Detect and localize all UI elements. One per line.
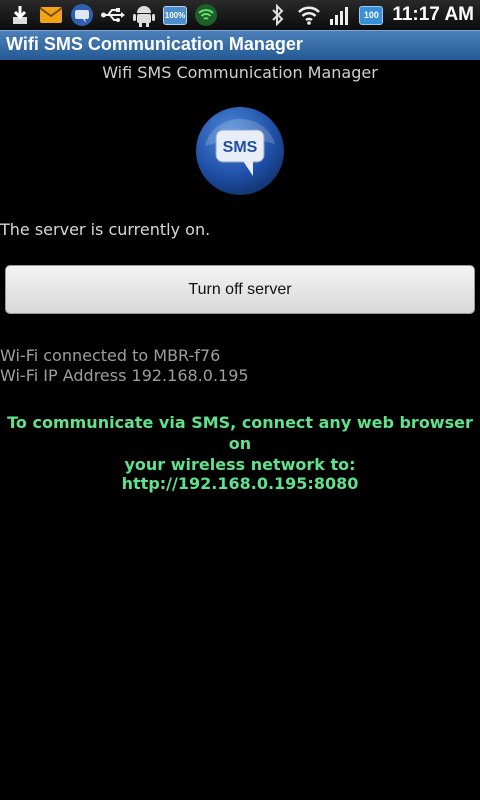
system-icons: 100 11:17 AM — [266, 0, 480, 30]
usb-icon — [101, 3, 125, 27]
app-title-bar: Wifi SMS Communication Manager — [0, 30, 480, 60]
battery-level: 100 — [359, 5, 384, 25]
wifi-icon — [297, 3, 321, 27]
battery-icon: 100 — [359, 3, 384, 27]
logo-text: SMS — [223, 139, 258, 156]
screen: 100% 100 11:17 AM Wifi SMS Communication… — [0, 0, 480, 800]
status-time: 11:17 AM — [392, 4, 474, 25]
sms-logo-icon: SMS — [195, 106, 285, 196]
instructions-line-2: your wireless network to: — [124, 455, 356, 474]
wifi-ip-text: Wi-Fi IP Address 192.168.0.195 — [0, 366, 249, 385]
bluetooth-icon — [266, 3, 290, 27]
wifi-shield-icon — [194, 3, 218, 27]
battery-full-icon: 100% — [163, 3, 187, 27]
download-icon — [8, 3, 32, 27]
wifi-connected-text: Wi-Fi connected to MBR-f76 — [0, 346, 221, 365]
wifi-info: Wi-Fi connected to MBR-f76 Wi-Fi IP Addr… — [0, 346, 249, 386]
signal-icon — [328, 3, 352, 27]
server-url: http://192.168.0.195:8080 — [121, 474, 359, 493]
battery-notification-badge: 100% — [163, 5, 187, 25]
instructions-text: To communicate via SMS, connect any web … — [0, 412, 480, 475]
turn-off-server-button[interactable]: Turn off server — [5, 265, 475, 314]
instructions-line-1: To communicate via SMS, connect any web … — [7, 413, 473, 453]
android-debug-icon — [132, 3, 156, 27]
status-bar: 100% 100 11:17 AM — [0, 0, 480, 30]
server-status-text: The server is currently on. — [0, 220, 211, 239]
sms-icon — [70, 3, 94, 27]
app-title: Wifi SMS Communication Manager — [6, 34, 303, 54]
mail-icon — [39, 3, 63, 27]
notification-icons[interactable]: 100% — [0, 0, 218, 30]
page-title: Wifi SMS Communication Manager — [102, 63, 378, 82]
